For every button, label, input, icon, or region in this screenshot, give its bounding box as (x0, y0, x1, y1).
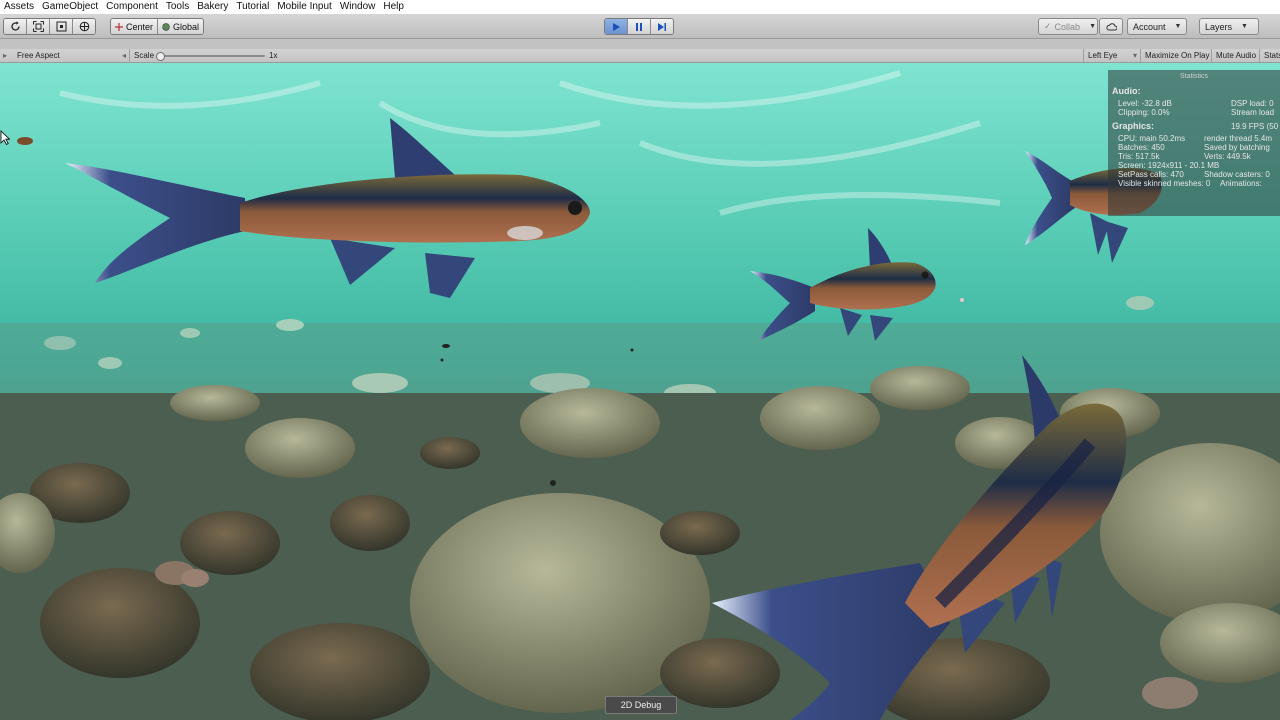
menu-tools[interactable]: Tools (162, 0, 193, 14)
mouse-cursor-icon (0, 130, 10, 145)
underwater-scene (0, 70, 1280, 720)
fish-large-left (65, 118, 590, 298)
check-icon: ✓ (1044, 21, 1052, 31)
menu-bar: Assets GameObject Component Tools Bakery… (0, 0, 1280, 14)
debug-2d-button[interactable]: 2D Debug (605, 696, 677, 714)
account-dropdown[interactable]: Account ▼ (1127, 18, 1187, 35)
pivot-center-button[interactable]: Center (111, 19, 159, 34)
chevron-down-icon: ▼ (1089, 23, 1096, 30)
stat-label: Visible skinned meshes: 0 (1118, 179, 1211, 188)
graphics-heading-row: Graphics: 19.9 FPS (50 (1108, 122, 1280, 134)
cloud-button[interactable] (1099, 18, 1123, 35)
scale-label: Scale (129, 49, 154, 62)
rotate-icon (10, 21, 20, 31)
stat-value: Animations: (1220, 179, 1262, 188)
chevron-down-icon: ▼ (1174, 23, 1182, 30)
transform-tool-button[interactable] (73, 19, 95, 34)
graphics-heading: Graphics: (1112, 121, 1155, 131)
game-view-toolbar: ▸ Free Aspect ◂ Scale 1x Left Eye ▾ Maxi… (0, 49, 1280, 63)
display-arrow-icon: ▸ (3, 51, 8, 60)
rotate-tool-button[interactable] (4, 19, 27, 34)
audio-heading: Audio: (1112, 86, 1141, 96)
pause-icon (636, 22, 642, 31)
stat-label: Batches: 450 (1118, 143, 1165, 152)
menu-tutorial[interactable]: Tutorial (232, 0, 273, 14)
stat-row: Visible skinned meshes: 0 Animations: (1108, 179, 1280, 188)
menu-mobile-input[interactable]: Mobile Input (273, 0, 335, 14)
chevron-icon: ◂ (122, 51, 127, 60)
aspect-dropdown[interactable]: Free Aspect (17, 49, 60, 62)
stat-row: CPU: main 50.2ms render thread 5.4m (1108, 134, 1280, 143)
menu-bakery[interactable]: Bakery (193, 0, 232, 14)
layers-dropdown[interactable]: Layers ▼ (1199, 18, 1259, 35)
stat-value: Verts: 449.5k (1204, 152, 1251, 161)
rect-icon (56, 21, 66, 32)
pivot-center-label: Center (126, 21, 154, 32)
play-controls (604, 18, 674, 35)
stat-value: Shadow casters: 0 (1204, 170, 1270, 179)
chevron-down-icon: ▾ (1133, 51, 1138, 60)
pivot-icon (115, 22, 123, 31)
stat-label: CPU: main 50.2ms (1118, 134, 1186, 143)
stat-value: render thread 5.4m (1204, 134, 1273, 143)
stat-row: Clipping: 0.0% Stream load (1108, 108, 1280, 117)
pivot-global-label: Global (173, 21, 200, 32)
menu-component[interactable]: Component (102, 0, 162, 14)
stat-value: Stream load (1231, 108, 1275, 117)
transform-icon (79, 21, 89, 32)
toolbar: Center Global ✓ Collab ▼ Account ▼ Layer… (0, 14, 1280, 39)
rect-tool-button[interactable] (50, 19, 73, 34)
riverbed-far (0, 296, 1280, 403)
menu-assets[interactable]: Assets (0, 0, 38, 14)
stat-row: Level: -32.8 dB DSP load: 0 (1108, 99, 1280, 108)
step-icon (658, 22, 666, 31)
play-icon (613, 22, 620, 31)
scale-slider-handle[interactable] (156, 52, 165, 61)
step-button[interactable] (651, 19, 673, 34)
play-button[interactable] (605, 19, 628, 34)
scale-tool-button[interactable] (27, 19, 50, 34)
layers-label: Layers (1205, 21, 1233, 32)
stat-label: Clipping: 0.0% (1118, 108, 1170, 117)
menu-window[interactable]: Window (336, 0, 380, 14)
pause-button[interactable] (628, 19, 651, 34)
pivot-global-button[interactable]: Global (158, 19, 204, 34)
stat-label: Screen: 1924x911 - 20.1 MB (1118, 161, 1220, 170)
stat-label: SetPass calls: 470 (1118, 170, 1184, 179)
mute-audio-toggle[interactable]: Mute Audio (1211, 49, 1256, 62)
pivot-toggles: Center Global (110, 18, 205, 35)
transform-tools (3, 18, 96, 35)
stat-value: Saved by batching (1204, 143, 1270, 152)
stat-row: SetPass calls: 470 Shadow casters: 0 (1108, 170, 1280, 179)
statistics-title: Statistics (1179, 73, 1208, 80)
stat-label: Level: -32.8 dB (1118, 99, 1172, 108)
account-label: Account (1133, 21, 1166, 32)
maximize-on-play-toggle[interactable]: Maximize On Play (1140, 49, 1209, 62)
collab-dropdown[interactable]: ✓ Collab ▼ (1038, 18, 1098, 35)
collab-label: Collab (1054, 21, 1081, 32)
stat-row: Batches: 450 Saved by batching (1108, 143, 1280, 152)
scale-value: 1x (269, 51, 278, 60)
game-viewport[interactable]: Statistics Audio: Level: -32.8 dB DSP lo… (0, 63, 1280, 720)
chevron-down-icon: ▼ (1241, 23, 1248, 30)
fps-value: 19.9 FPS (50 (1231, 122, 1279, 131)
scale-icon (32, 21, 44, 32)
stats-toggle[interactable]: Stats (1259, 49, 1280, 62)
menu-gameobject[interactable]: GameObject (38, 0, 102, 14)
cloud-icon (1105, 22, 1117, 30)
stat-label: Tris: 517.5k (1118, 152, 1160, 161)
menu-help[interactable]: Help (379, 0, 408, 14)
stat-row: Tris: 517.5k Verts: 449.5k (1108, 152, 1280, 161)
globe-icon (162, 22, 170, 31)
scale-slider[interactable] (160, 55, 265, 57)
stat-value: DSP load: 0 (1231, 99, 1274, 108)
stat-row: Screen: 1924x911 - 20.1 MB (1108, 161, 1280, 170)
left-eye-dropdown[interactable]: Left Eye (1083, 49, 1117, 62)
statistics-panel: Statistics Audio: Level: -32.8 dB DSP lo… (1108, 70, 1280, 216)
